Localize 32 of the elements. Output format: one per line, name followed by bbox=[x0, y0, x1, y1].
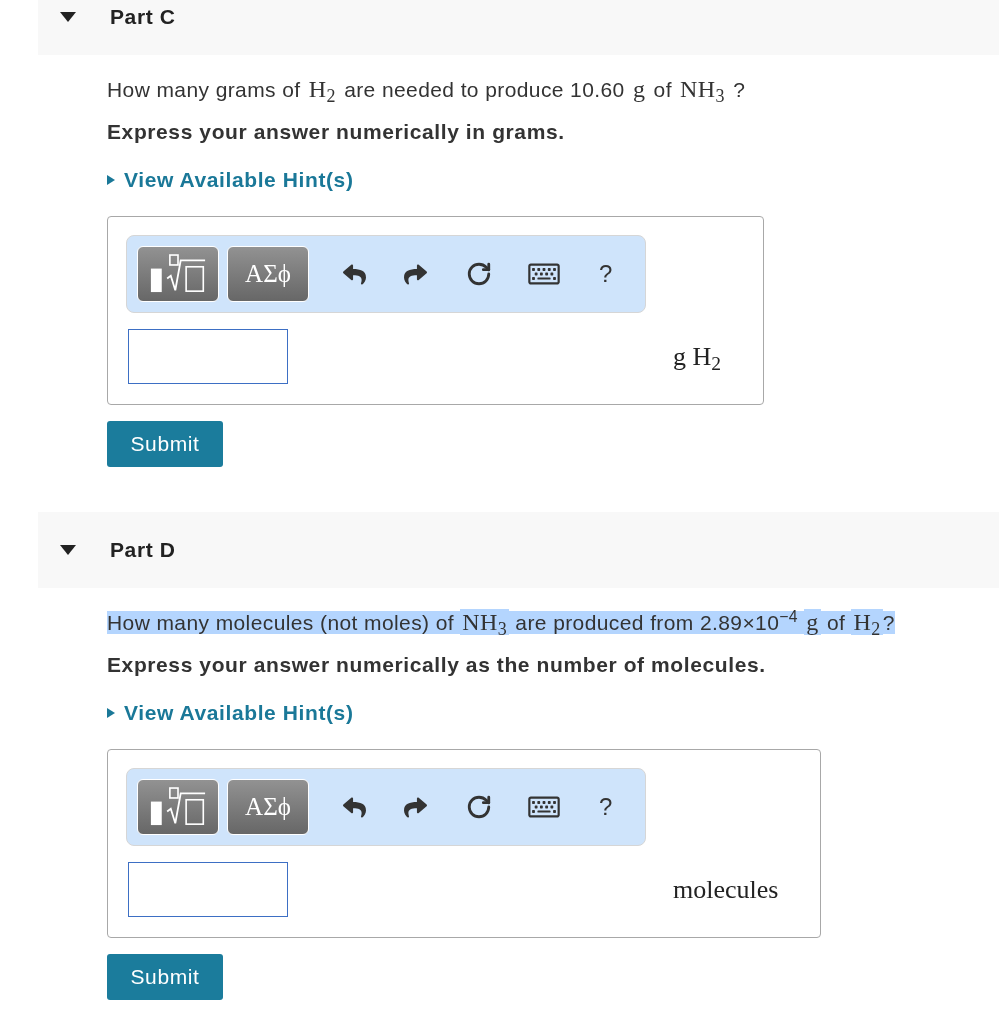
templates-button[interactable] bbox=[137, 246, 219, 302]
instruction-text: Express your answer numerically in grams. bbox=[107, 119, 566, 145]
square-root-template-icon bbox=[150, 787, 206, 827]
instruction-text: Express your answer numerically as the number of molecules. bbox=[107, 652, 767, 678]
undo-icon[interactable] bbox=[343, 795, 366, 819]
redo-icon[interactable] bbox=[404, 262, 427, 286]
part-title: Part D bbox=[110, 538, 176, 562]
square-root-template-icon bbox=[150, 254, 206, 294]
reset-icon[interactable] bbox=[466, 794, 492, 820]
part-title: Part C bbox=[110, 5, 176, 29]
redo-icon[interactable] bbox=[404, 795, 427, 819]
help-button[interactable]: ? bbox=[597, 793, 615, 821]
undo-icon[interactable] bbox=[343, 262, 366, 286]
reset-icon[interactable] bbox=[466, 261, 492, 287]
answer-input-field[interactable] bbox=[128, 329, 288, 384]
units-label: molecules bbox=[673, 874, 779, 906]
greek-letters-button[interactable]: ΑΣϕ bbox=[227, 246, 309, 302]
templates-button[interactable] bbox=[137, 779, 219, 835]
caret-right-icon bbox=[107, 708, 115, 718]
hint-link[interactable]: View Available Hint(s) bbox=[107, 699, 354, 727]
help-button[interactable]: ? bbox=[597, 260, 615, 288]
greek-letters-button[interactable]: ΑΣϕ bbox=[227, 779, 309, 835]
collapse-triangle-icon[interactable] bbox=[60, 545, 76, 555]
caret-right-icon bbox=[107, 175, 115, 185]
hint-link[interactable]: View Available Hint(s) bbox=[107, 166, 354, 194]
units-label: g H$_{2}$ bbox=[673, 341, 722, 376]
question-text: How many grams of H$_{2}$ are needed to produce 10.60 g of NH$_{3}$ ? bbox=[107, 75, 747, 104]
question-text: How many molecules (not moles) of NH$_{3}$ are produced from 2.89×10$^{−4}$ g of H$_{2}$? bbox=[107, 608, 896, 637]
submit-button[interactable]: Submit bbox=[107, 954, 223, 1000]
submit-button[interactable]: Submit bbox=[107, 421, 223, 467]
answer-input-field[interactable] bbox=[128, 862, 288, 917]
collapse-triangle-icon[interactable] bbox=[60, 12, 76, 22]
